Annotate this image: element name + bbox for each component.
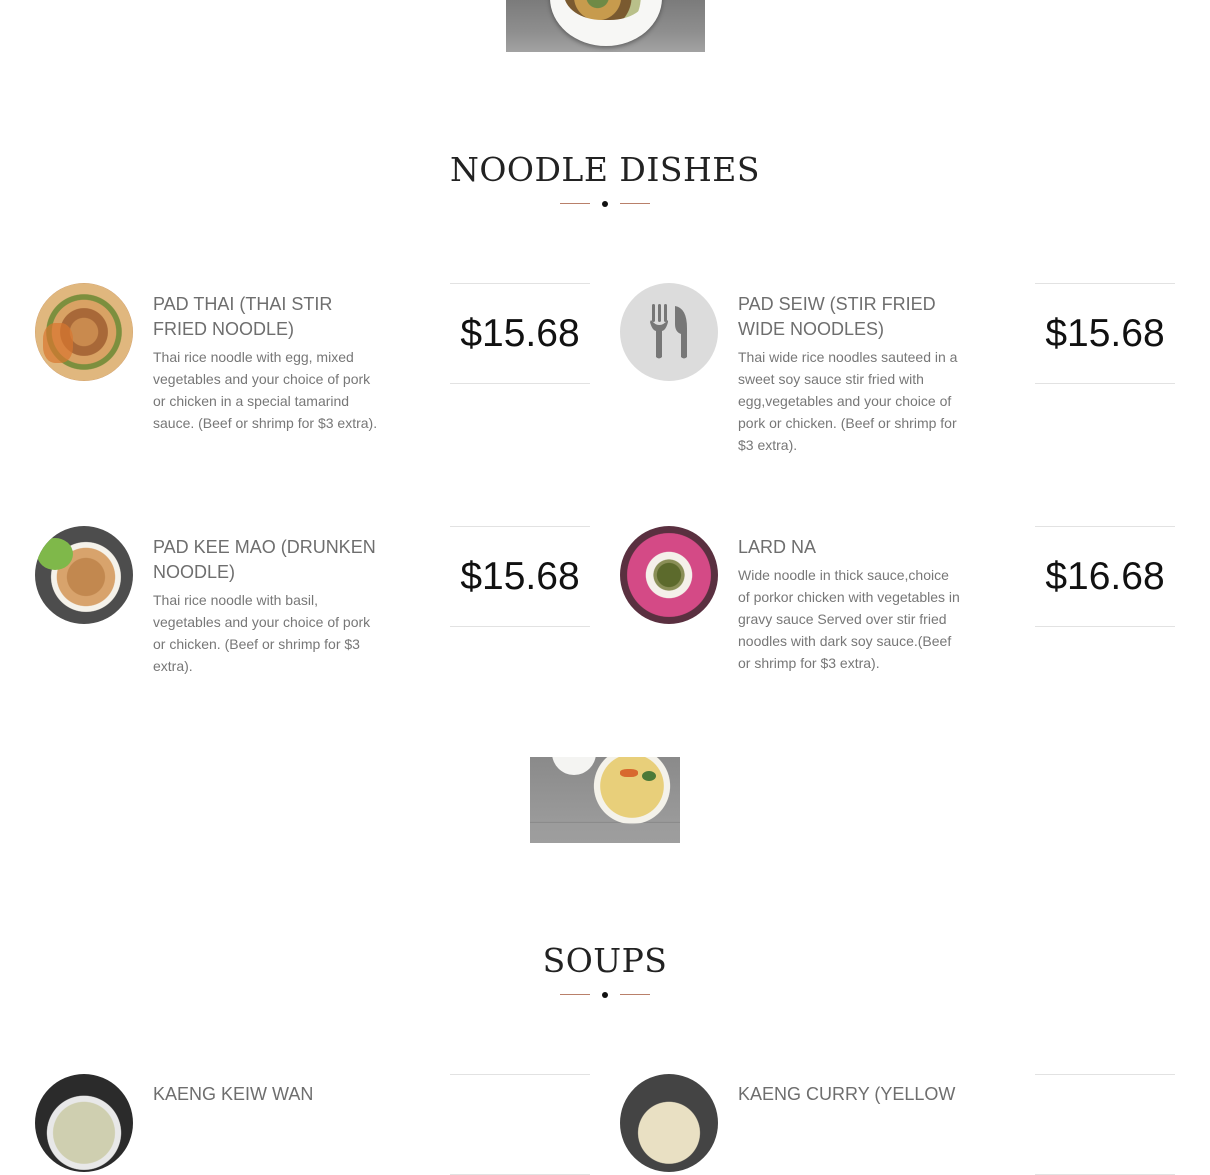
menu-item-price: $16.68 <box>1045 554 1165 598</box>
menu-item-name: PAD SEIW (STIR FRIED WIDE NOODLES) <box>738 294 936 339</box>
title-divider <box>560 990 650 1000</box>
menu-item-name: PAD KEE MAO (DRUNKEN NOODLE) <box>153 537 376 582</box>
menu-item-price: $15.68 <box>460 311 580 355</box>
menu-item-image <box>620 526 718 624</box>
price-box <box>1035 1074 1175 1175</box>
menu-item-description: Wide noodle in thick sauce,choice of por… <box>738 567 960 671</box>
menu-item-image-placeholder <box>620 283 718 381</box>
menu-item-image <box>35 283 133 381</box>
section-title-noodle: NOODLE DISHES <box>449 150 760 189</box>
menu-item-name: LARD NA <box>738 537 817 557</box>
price-box: $16.68 <box>1035 526 1175 627</box>
menu-item-price: $15.68 <box>1045 311 1165 355</box>
rice-bowl-image <box>552 757 596 775</box>
price-box <box>450 1074 590 1175</box>
price-box: $15.68 <box>450 283 590 384</box>
menu-item-price: $15.68 <box>460 554 580 598</box>
menu-item-image <box>35 526 133 624</box>
menu-item-image <box>35 1074 133 1172</box>
menu-item-description: Thai wide rice noodles sauteed in a swee… <box>738 349 958 453</box>
menu-item-image <box>620 1074 718 1172</box>
section-photo-soups <box>530 757 680 843</box>
soup-bowl-image <box>590 757 674 825</box>
menu-item-description: Thai rice noodle with egg, mixed vegetab… <box>153 349 378 431</box>
price-box: $15.68 <box>450 526 590 627</box>
title-divider <box>560 199 650 209</box>
fork-knife-icon <box>650 304 687 359</box>
price-box: $15.68 <box>1035 283 1175 384</box>
menu-item-description: Thai rice noodle with basil, vegetables … <box>153 592 371 674</box>
menu-item-name: PAD THAI (THAI STIR FRIED NOODLE) <box>153 294 333 339</box>
section-title-soups: SOUPS <box>542 941 668 980</box>
section-photo-top <box>506 0 705 52</box>
